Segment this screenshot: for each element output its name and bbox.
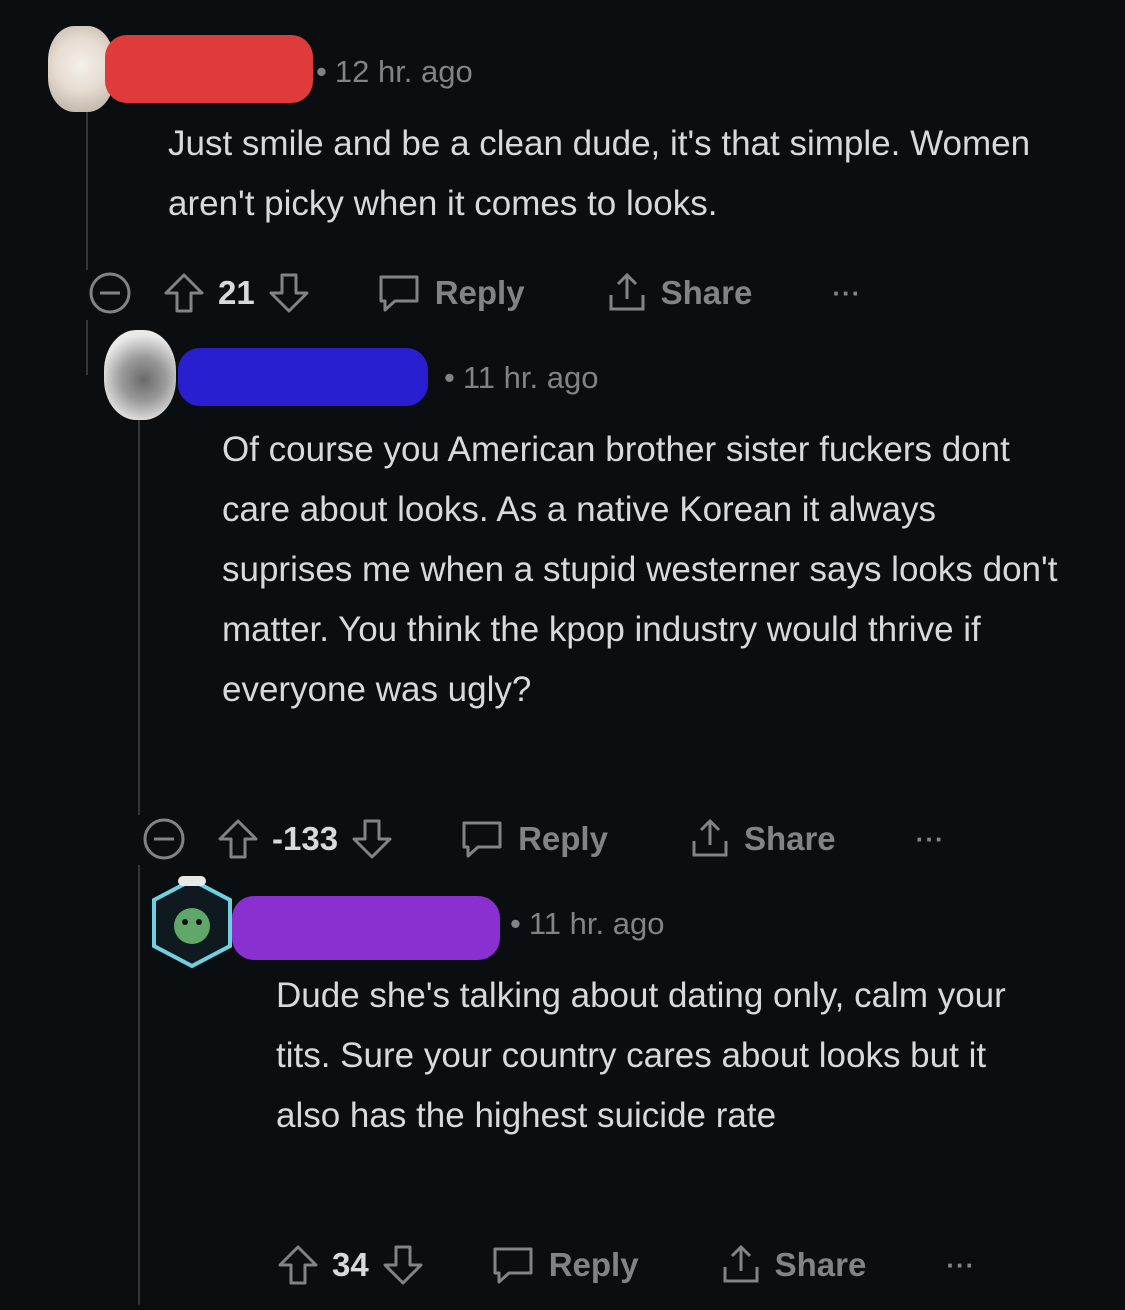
comment-body: Of course you American brother sister fu… [222,430,1058,709]
upvote-icon[interactable] [162,271,206,315]
upvote-icon[interactable] [216,817,260,861]
share-label: Share [743,820,836,857]
reply-label: Reply [518,820,608,857]
reply-button[interactable]: Reply [489,1243,639,1287]
vote-group: 21 [162,271,311,315]
vote-score: 21 [218,274,255,311]
comment-actions: 21 Reply Share ··· [86,268,861,318]
share-label: Share [660,274,753,311]
avatar[interactable] [148,876,236,970]
username-redacted[interactable] [105,35,313,103]
vote-score: -133 [272,820,339,857]
vote-score: 34 [332,1246,369,1283]
more-icon[interactable]: ··· [916,824,945,855]
username-redacted[interactable] [232,896,500,960]
reply-bubble-icon [458,817,506,861]
thread-line-2[interactable] [138,420,140,815]
share-label: Share [774,1246,867,1283]
thread-line-3[interactable] [138,865,140,1305]
comment-actions: 34 Reply Share ··· [276,1240,975,1290]
collapse-icon[interactable] [86,269,134,317]
more-icon[interactable]: ··· [832,278,861,309]
share-icon [719,1243,763,1287]
reply-label: Reply [548,1246,639,1283]
reply-button[interactable]: Reply [375,271,525,315]
upvote-icon[interactable] [276,1243,320,1287]
share-button[interactable]: Share [605,271,753,315]
reply-button[interactable]: Reply [458,817,608,861]
username-redacted[interactable] [178,348,428,406]
reply-bubble-icon [375,271,423,315]
reply-label: Reply [434,274,525,311]
vote-group: 34 [276,1243,425,1287]
comment-timestamp: • 11 hr. ago [444,360,599,395]
comment-body: Just smile and be a clean dude, it's tha… [168,124,1031,223]
downvote-icon[interactable] [267,271,311,315]
comment-timestamp: • 11 hr. ago [510,906,665,941]
vote-group: -133 [216,817,394,861]
comment-timestamp: • 12 hr. ago [316,54,473,89]
reply-bubble-icon [489,1243,537,1287]
share-icon [605,271,649,315]
more-icon[interactable]: ··· [946,1250,975,1281]
collapse-icon[interactable] [140,815,188,863]
share-button[interactable]: Share [688,817,836,861]
share-button[interactable]: Share [719,1243,867,1287]
thread-line-connector [86,320,88,375]
thread-line-1[interactable] [86,110,88,270]
downvote-icon[interactable] [350,817,394,861]
comment-actions: -133 Reply Share ··· [140,814,945,864]
comment-body: Dude she's talking about dating only, ca… [276,976,1006,1135]
share-icon [688,817,732,861]
downvote-icon[interactable] [381,1243,425,1287]
avatar[interactable] [104,330,176,420]
